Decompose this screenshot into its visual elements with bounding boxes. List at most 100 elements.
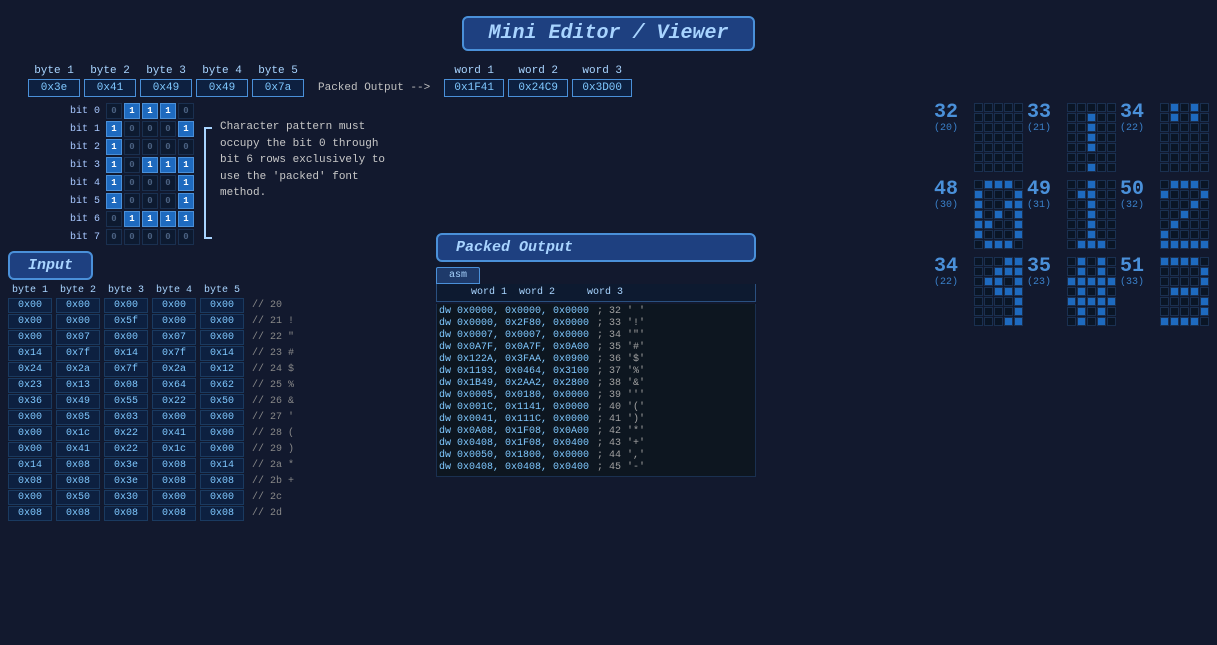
input-cell-7-4[interactable]: 0x00: [200, 410, 244, 425]
input-cell-8-2[interactable]: 0x22: [104, 426, 148, 441]
input-cell-3-0[interactable]: 0x14: [8, 346, 52, 361]
bit-cell-5-4[interactable]: 1: [178, 193, 194, 209]
input-cell-1-2[interactable]: 0x5f: [104, 314, 148, 329]
bit-cell-2-2[interactable]: 0: [142, 139, 158, 155]
input-cell-11-4[interactable]: 0x08: [200, 474, 244, 489]
input-cell-6-4[interactable]: 0x50: [200, 394, 244, 409]
input-cell-5-0[interactable]: 0x23: [8, 378, 52, 393]
input-cell-2-4[interactable]: 0x00: [200, 330, 244, 345]
bit-cell-1-1[interactable]: 0: [124, 121, 140, 137]
bit-cell-1-3[interactable]: 0: [160, 121, 176, 137]
input-cell-12-1[interactable]: 0x50: [56, 490, 100, 505]
bit-cell-1-0[interactable]: 1: [106, 121, 122, 137]
input-cell-13-1[interactable]: 0x08: [56, 506, 100, 521]
bit-cell-3-3[interactable]: 1: [160, 157, 176, 173]
byte-val-5[interactable]: 0x7a: [252, 79, 304, 97]
input-cell-3-3[interactable]: 0x7f: [152, 346, 196, 361]
input-cell-0-4[interactable]: 0x00: [200, 298, 244, 313]
input-cell-6-3[interactable]: 0x22: [152, 394, 196, 409]
input-cell-2-1[interactable]: 0x07: [56, 330, 100, 345]
bit-cell-2-3[interactable]: 0: [160, 139, 176, 155]
input-cell-8-3[interactable]: 0x41: [152, 426, 196, 441]
input-cell-11-1[interactable]: 0x08: [56, 474, 100, 489]
bit-cell-5-3[interactable]: 0: [160, 193, 176, 209]
input-cell-5-1[interactable]: 0x13: [56, 378, 100, 393]
bit-cell-0-2[interactable]: 1: [142, 103, 158, 119]
bit-cell-4-4[interactable]: 1: [178, 175, 194, 191]
bit-cell-2-1[interactable]: 0: [124, 139, 140, 155]
input-cell-12-4[interactable]: 0x00: [200, 490, 244, 505]
input-cell-12-2[interactable]: 0x30: [104, 490, 148, 505]
input-cell-13-4[interactable]: 0x08: [200, 506, 244, 521]
bit-cell-5-2[interactable]: 0: [142, 193, 158, 209]
bit-cell-5-1[interactable]: 0: [124, 193, 140, 209]
bit-cell-6-4[interactable]: 1: [178, 211, 194, 227]
input-cell-9-4[interactable]: 0x00: [200, 442, 244, 457]
input-cell-6-0[interactable]: 0x36: [8, 394, 52, 409]
input-cell-11-0[interactable]: 0x08: [8, 474, 52, 489]
input-cell-4-1[interactable]: 0x2a: [56, 362, 100, 377]
input-cell-7-0[interactable]: 0x00: [8, 410, 52, 425]
bit-cell-0-1[interactable]: 1: [124, 103, 140, 119]
input-cell-7-3[interactable]: 0x00: [152, 410, 196, 425]
input-cell-1-0[interactable]: 0x00: [8, 314, 52, 329]
input-cell-9-0[interactable]: 0x00: [8, 442, 52, 457]
byte-val-2[interactable]: 0x41: [84, 79, 136, 97]
input-cell-12-3[interactable]: 0x00: [152, 490, 196, 505]
input-cell-4-3[interactable]: 0x2a: [152, 362, 196, 377]
word-val-3[interactable]: 0x3D00: [572, 79, 632, 97]
word-val-1[interactable]: 0x1F41: [444, 79, 504, 97]
bit-cell-4-1[interactable]: 0: [124, 175, 140, 191]
input-cell-3-4[interactable]: 0x14: [200, 346, 244, 361]
input-cell-7-1[interactable]: 0x05: [56, 410, 100, 425]
bit-cell-6-3[interactable]: 1: [160, 211, 176, 227]
bit-cell-7-1[interactable]: 0: [124, 229, 140, 245]
bit-cell-1-2[interactable]: 0: [142, 121, 158, 137]
input-cell-1-4[interactable]: 0x00: [200, 314, 244, 329]
byte-val-4[interactable]: 0x49: [196, 79, 248, 97]
bit-cell-4-3[interactable]: 0: [160, 175, 176, 191]
input-cell-0-3[interactable]: 0x00: [152, 298, 196, 313]
bit-cell-4-2[interactable]: 0: [142, 175, 158, 191]
input-cell-5-2[interactable]: 0x08: [104, 378, 148, 393]
input-cell-1-3[interactable]: 0x00: [152, 314, 196, 329]
input-cell-2-0[interactable]: 0x00: [8, 330, 52, 345]
bit-cell-0-4[interactable]: 0: [178, 103, 194, 119]
input-cell-10-1[interactable]: 0x08: [56, 458, 100, 473]
bit-cell-6-1[interactable]: 1: [124, 211, 140, 227]
bit-cell-0-3[interactable]: 1: [160, 103, 176, 119]
input-cell-5-3[interactable]: 0x64: [152, 378, 196, 393]
input-cell-10-0[interactable]: 0x14: [8, 458, 52, 473]
byte-val-3[interactable]: 0x49: [140, 79, 192, 97]
bit-cell-2-0[interactable]: 1: [106, 139, 122, 155]
bit-cell-3-1[interactable]: 0: [124, 157, 140, 173]
bit-cell-3-0[interactable]: 1: [106, 157, 122, 173]
input-cell-9-1[interactable]: 0x41: [56, 442, 100, 457]
input-cell-10-4[interactable]: 0x14: [200, 458, 244, 473]
bit-cell-7-0[interactable]: 0: [106, 229, 122, 245]
input-cell-6-2[interactable]: 0x55: [104, 394, 148, 409]
bit-cell-1-4[interactable]: 1: [178, 121, 194, 137]
input-cell-0-0[interactable]: 0x00: [8, 298, 52, 313]
input-cell-3-2[interactable]: 0x14: [104, 346, 148, 361]
input-cell-13-0[interactable]: 0x08: [8, 506, 52, 521]
input-cell-2-2[interactable]: 0x00: [104, 330, 148, 345]
input-cell-1-1[interactable]: 0x00: [56, 314, 100, 329]
bit-cell-6-2[interactable]: 1: [142, 211, 158, 227]
bit-cell-7-3[interactable]: 0: [160, 229, 176, 245]
input-cell-8-0[interactable]: 0x00: [8, 426, 52, 441]
bit-cell-4-0[interactable]: 1: [106, 175, 122, 191]
input-cell-0-1[interactable]: 0x00: [56, 298, 100, 313]
bit-cell-7-2[interactable]: 0: [142, 229, 158, 245]
input-cell-10-3[interactable]: 0x08: [152, 458, 196, 473]
input-cell-4-4[interactable]: 0x12: [200, 362, 244, 377]
input-cell-8-1[interactable]: 0x1c: [56, 426, 100, 441]
input-cell-12-0[interactable]: 0x00: [8, 490, 52, 505]
input-cell-8-4[interactable]: 0x00: [200, 426, 244, 441]
input-cell-0-2[interactable]: 0x00: [104, 298, 148, 313]
bit-cell-3-4[interactable]: 1: [178, 157, 194, 173]
input-cell-4-2[interactable]: 0x7f: [104, 362, 148, 377]
input-cell-2-3[interactable]: 0x07: [152, 330, 196, 345]
input-cell-10-2[interactable]: 0x3e: [104, 458, 148, 473]
input-cell-3-1[interactable]: 0x7f: [56, 346, 100, 361]
